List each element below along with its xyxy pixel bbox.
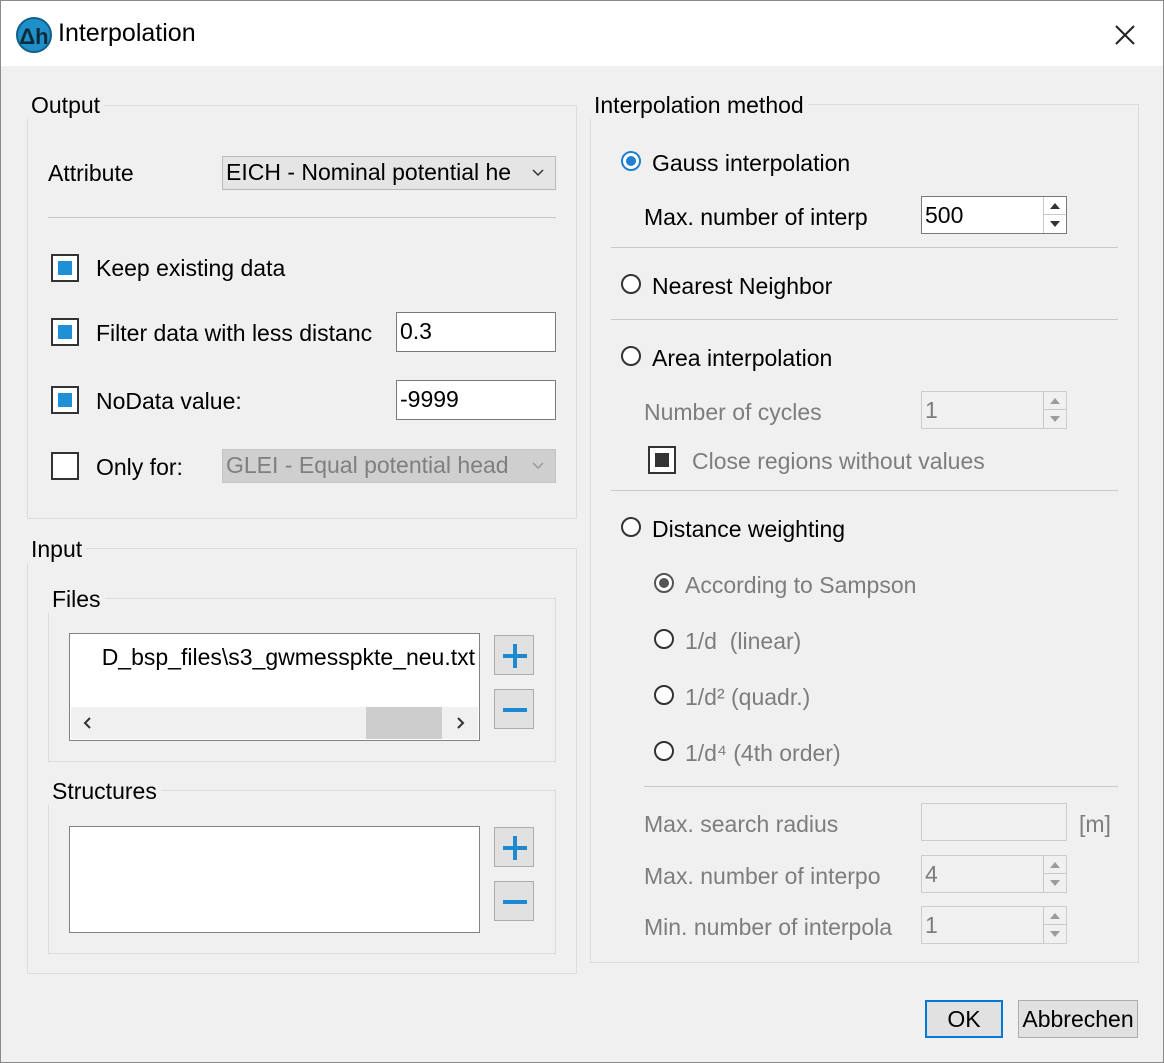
only-for-label: Only for: xyxy=(96,454,183,480)
remove-file-button[interactable] xyxy=(494,689,534,729)
search-radius-unit: [m] xyxy=(1079,811,1111,837)
spin-up-icon[interactable] xyxy=(1044,856,1066,874)
only-for-select-value: GLEI - Equal potential head xyxy=(226,452,509,478)
only-for-select[interactable]: GLEI - Equal potential head xyxy=(222,449,556,483)
method-separator-3 xyxy=(611,490,1118,491)
cancel-button[interactable]: Abbrechen xyxy=(1018,1000,1138,1038)
method-separator-2 xyxy=(611,319,1118,320)
add-file-button[interactable] xyxy=(494,635,534,675)
distance-weighting-radio[interactable] xyxy=(621,517,641,537)
chevron-down-icon xyxy=(529,157,547,189)
close-regions-checkbox[interactable] xyxy=(648,446,676,474)
filter-distance-checkbox[interactable] xyxy=(51,318,79,346)
scroll-left-icon[interactable] xyxy=(81,715,95,731)
spin-down-icon[interactable] xyxy=(1044,410,1066,428)
cycles-label: Number of cycles xyxy=(644,399,822,425)
cycles-value: 1 xyxy=(925,397,938,423)
method-separator-1 xyxy=(611,247,1118,248)
area-interpolation-label: Area interpolation xyxy=(652,345,833,371)
ok-button[interactable]: OK xyxy=(925,1000,1003,1038)
keep-existing-checkbox[interactable] xyxy=(51,254,79,282)
distance-weighting-label: Distance weighting xyxy=(652,516,846,542)
files-list[interactable]: D_bsp_files\s3_gwmesspkte_neu.txt xyxy=(69,633,480,741)
min-interp-label: Min. number of interpola xyxy=(644,914,893,940)
search-radius-label: Max. search radius xyxy=(644,811,839,837)
close-button[interactable] xyxy=(1105,15,1145,55)
plus-icon xyxy=(503,644,527,668)
interpolation-dialog: Δh Interpolation Output Attribute EICH -… xyxy=(0,0,1164,1063)
files-horizontal-scrollbar[interactable] xyxy=(71,707,478,739)
linear-label: 1/d (linear) xyxy=(685,628,802,654)
cycles-spinner[interactable] xyxy=(1043,392,1066,428)
max-interp-label: Max. number of interpo xyxy=(644,863,881,889)
spin-up-icon[interactable] xyxy=(1044,392,1066,410)
add-structure-button[interactable] xyxy=(494,827,534,867)
list-item[interactable]: D_bsp_files\s3_gwmesspkte_neu.txt xyxy=(102,644,475,671)
output-separator xyxy=(48,217,556,218)
nearest-neighbor-radio[interactable] xyxy=(621,274,641,294)
spin-up-icon[interactable] xyxy=(1044,197,1066,215)
minus-icon xyxy=(503,708,527,712)
gauss-max-spinner[interactable] xyxy=(1043,197,1066,233)
gauss-max-value: 500 xyxy=(925,202,964,228)
window-title: Interpolation xyxy=(58,19,196,47)
gauss-radio[interactable] xyxy=(621,151,641,171)
fourth-order-radio[interactable] xyxy=(654,741,674,761)
sampson-label: According to Sampson xyxy=(685,572,917,598)
close-regions-label: Close regions without values xyxy=(692,448,985,474)
interpolation-method-legend: Interpolation method xyxy=(590,92,808,119)
min-interp-spinner[interactable] xyxy=(1043,907,1066,943)
nodata-label: NoData value: xyxy=(96,388,242,414)
scroll-right-icon[interactable] xyxy=(453,715,467,731)
spin-down-icon[interactable] xyxy=(1044,874,1066,892)
minus-icon xyxy=(503,900,527,904)
filter-distance-input[interactable]: 0.3 xyxy=(396,312,556,352)
nodata-checkbox[interactable] xyxy=(51,386,79,414)
attribute-select-value: EICH - Nominal potential he xyxy=(226,159,512,185)
spin-up-icon[interactable] xyxy=(1044,907,1066,925)
spin-down-icon[interactable] xyxy=(1044,215,1066,233)
structures-legend: Structures xyxy=(48,778,161,805)
spin-down-icon[interactable] xyxy=(1044,925,1066,943)
remove-structure-button[interactable] xyxy=(494,881,534,921)
attribute-label: Attribute xyxy=(48,160,134,186)
structures-list[interactable] xyxy=(69,826,480,933)
max-interp-value: 4 xyxy=(925,861,938,887)
input-legend: Input xyxy=(27,536,87,563)
scrollbar-thumb[interactable] xyxy=(366,707,442,739)
output-legend: Output xyxy=(27,92,105,119)
nodata-input[interactable]: -9999 xyxy=(396,380,556,420)
fourth-order-label: 1/d⁴ (4th order) xyxy=(685,740,841,766)
quadratic-radio[interactable] xyxy=(654,685,674,705)
quadratic-label: 1/d² (quadr.) xyxy=(685,684,811,710)
chevron-down-icon xyxy=(529,450,547,482)
min-interp-value: 1 xyxy=(925,912,938,938)
gauss-label: Gauss interpolation xyxy=(652,150,851,176)
linear-radio[interactable] xyxy=(654,629,674,649)
method-separator-4 xyxy=(644,786,1118,787)
sampson-radio[interactable] xyxy=(654,573,674,593)
nearest-neighbor-label: Nearest Neighbor xyxy=(652,273,833,299)
close-icon xyxy=(1115,25,1135,45)
search-radius-input[interactable] xyxy=(921,803,1067,841)
files-legend: Files xyxy=(48,586,105,613)
gauss-max-label: Max. number of interp xyxy=(644,204,868,230)
plus-icon xyxy=(503,836,527,860)
attribute-select[interactable]: EICH - Nominal potential he xyxy=(222,156,556,190)
max-interp-spinner[interactable] xyxy=(1043,856,1066,892)
area-interpolation-radio[interactable] xyxy=(621,346,641,366)
title-bar: Δh Interpolation xyxy=(1,1,1163,66)
only-for-checkbox[interactable] xyxy=(51,452,79,480)
keep-existing-label: Keep existing data xyxy=(96,255,286,281)
filter-distance-label: Filter data with less distanc xyxy=(96,320,373,346)
app-logo-icon: Δh xyxy=(16,17,52,53)
